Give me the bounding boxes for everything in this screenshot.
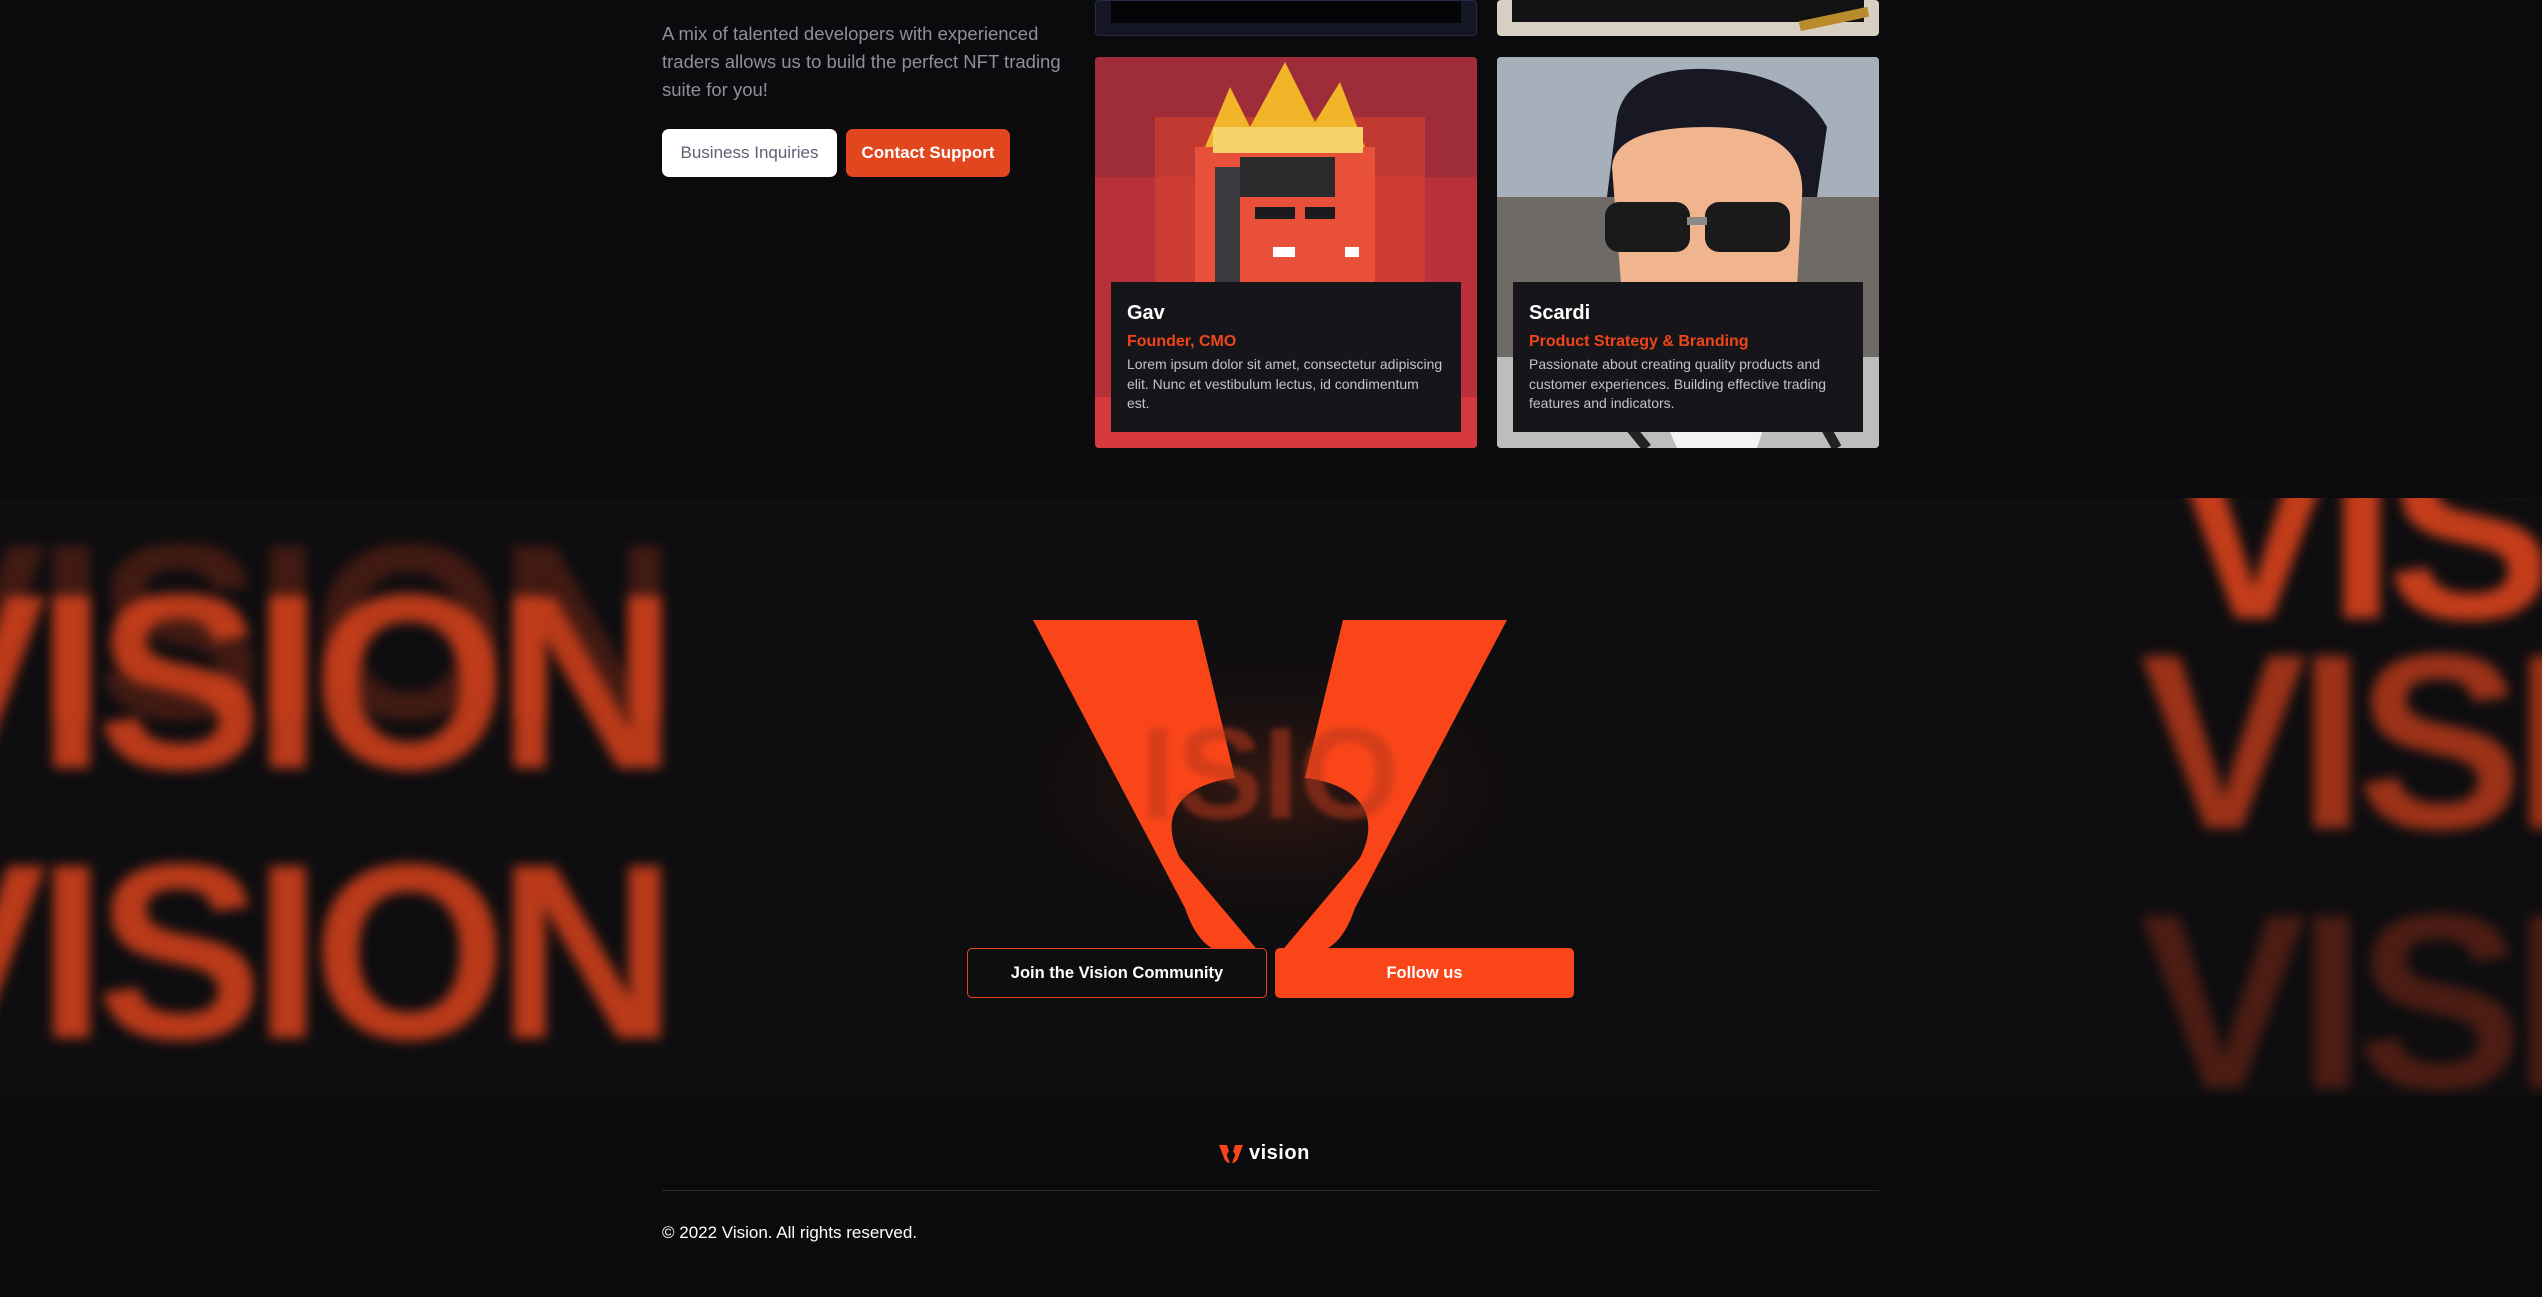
community-cta-row: Join the Vision Community Follow us xyxy=(967,948,1574,998)
footer: vision © 2022 Vision. All rights reserve… xyxy=(0,1096,2542,1297)
team-card-scardi: Scardi Product Strategy & Branding Passi… xyxy=(1497,57,1879,448)
scardi-info-panel: Scardi Product Strategy & Branding Passi… xyxy=(1513,282,1863,432)
team-intro-text: A mix of talented developers with experi… xyxy=(662,23,1061,100)
business-inquiries-button[interactable]: Business Inquiries xyxy=(662,129,837,177)
follow-us-button[interactable]: Follow us xyxy=(1275,948,1574,998)
member-name: Gav xyxy=(1127,302,1165,324)
team-section: A mix of talented developers with experi… xyxy=(0,0,2542,498)
team-card-partial-left xyxy=(1095,0,1477,36)
bg-vision-text: VISION xyxy=(2140,602,2542,881)
community-section: VISION VISION VISION VISION VISION VISIO… xyxy=(0,498,2542,1096)
bg-vision-text: VISION xyxy=(0,542,677,821)
contact-support-button[interactable]: Contact Support xyxy=(846,129,1010,177)
team-card-gav: Gav Founder, CMO Lorem ipsum dolor sit a… xyxy=(1095,57,1477,448)
bg-vision-text: VISION xyxy=(2140,862,2542,1096)
vision-logo-icon xyxy=(1219,1144,1243,1163)
member-bio: Passionate about creating quality produc… xyxy=(1529,356,1827,411)
intro-button-row: Business Inquiries Contact Support xyxy=(662,129,1010,177)
footer-logo[interactable]: vision xyxy=(1219,1142,1310,1165)
copyright-text: © 2022 Vision. All rights reserved. xyxy=(662,1223,918,1242)
footer-divider xyxy=(662,1190,1879,1191)
member-bio: Lorem ipsum dolor sit amet, consectetur … xyxy=(1127,356,1443,411)
join-community-button[interactable]: Join the Vision Community xyxy=(967,948,1267,998)
brand-wordmark: vision xyxy=(1249,1142,1310,1164)
bg-vision-text: VISION xyxy=(0,812,677,1091)
vision-emblem-icon: ISIO xyxy=(940,613,1600,963)
member-role: Founder, CMO xyxy=(1127,333,1237,350)
member-name: Scardi xyxy=(1529,302,1591,324)
team-intro: A mix of talented developers with experi… xyxy=(662,20,1062,104)
team-card-partial-right xyxy=(1497,0,1879,36)
gav-info-panel: Gav Founder, CMO Lorem ipsum dolor sit a… xyxy=(1111,282,1461,432)
svg-text:ISIO: ISIO xyxy=(1140,700,1400,846)
member-role: Product Strategy & Branding xyxy=(1529,333,1749,350)
